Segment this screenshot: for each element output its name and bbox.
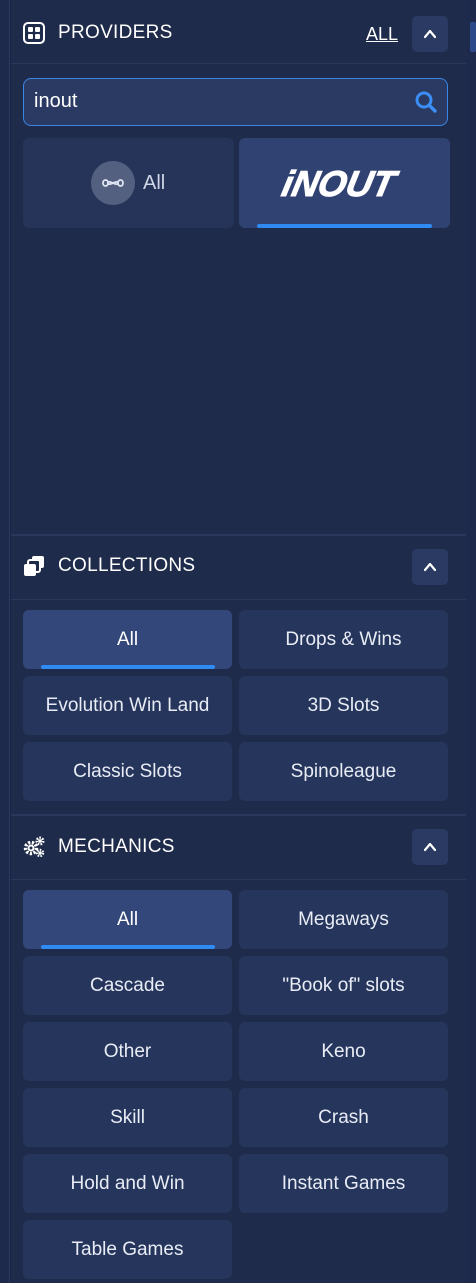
left-border — [0, 0, 10, 1283]
provider-card-inout[interactable]: iNOUT — [239, 138, 450, 228]
collection-chip-classic-slots[interactable]: Classic Slots — [23, 742, 232, 801]
mechanic-chip-cascade[interactable]: Cascade — [23, 956, 232, 1015]
mechanic-chip-skill[interactable]: Skill — [23, 1088, 232, 1147]
chip-label: Classic Slots — [73, 760, 182, 782]
search-icon[interactable] — [414, 90, 438, 114]
mechanic-chip-book-of-slots[interactable]: "Book of" slots — [239, 956, 448, 1015]
mechanic-chip-all[interactable]: All — [23, 890, 232, 949]
chip-label: Other — [103, 1040, 152, 1062]
provider-all-content: All — [91, 161, 165, 205]
infinity-icon — [91, 161, 135, 205]
chip-label: Cascade — [90, 974, 165, 996]
chip-label: Evolution Win Land — [45, 694, 210, 716]
svg-text:iNOUT: iNOUT — [279, 164, 402, 202]
providers-all-link[interactable]: ALL — [366, 23, 398, 45]
providers-title: PROVIDERS — [58, 22, 173, 43]
chip-label: Skill — [110, 1106, 145, 1128]
mechanic-chip-instant-games[interactable]: Instant Games — [239, 1154, 448, 1213]
collections-collapse-button[interactable] — [412, 549, 448, 585]
chip-label: Keno — [321, 1040, 366, 1062]
provider-all-label: All — [143, 171, 166, 194]
inout-logo: iNOUT — [278, 164, 402, 202]
mechanics-title: MECHANICS — [58, 836, 175, 857]
collection-chip-drops-wins[interactable]: Drops & Wins — [239, 610, 448, 669]
mechanic-chip-hold-and-win[interactable]: Hold and Win — [23, 1154, 232, 1213]
provider-card-all[interactable]: All — [23, 138, 234, 228]
chevron-up-icon — [423, 562, 437, 572]
collections-header: COLLECTIONS — [11, 536, 466, 600]
collection-chip-3d-slots[interactable]: 3D Slots — [239, 676, 448, 735]
chip-label: Spinoleague — [290, 760, 397, 782]
collection-chip-evolution-win-land[interactable]: Evolution Win Land — [23, 676, 232, 735]
chip-active-indicator — [41, 665, 215, 669]
chip-label: All — [116, 628, 139, 650]
mechanic-chip-table-games[interactable]: Table Games — [23, 1220, 232, 1279]
collections-title: COLLECTIONS — [58, 555, 196, 576]
chip-label: All — [116, 908, 139, 930]
chip-active-indicator — [41, 945, 215, 949]
mechanics-panel: MECHANICS All Megaways Cascade "Book of"… — [11, 816, 466, 1283]
mechanics-header: MECHANICS — [11, 816, 466, 880]
scrollbar-thumb[interactable] — [470, 22, 476, 52]
grid-icon — [23, 22, 45, 44]
chip-label: Drops & Wins — [285, 628, 402, 650]
chip-label: Instant Games — [281, 1172, 406, 1194]
collections-icon — [24, 556, 44, 576]
provider-selected-indicator — [257, 224, 432, 228]
providers-panel: PROVIDERS ALL All iNOUT — [11, 0, 466, 535]
providers-collapse-button[interactable] — [412, 16, 448, 52]
chip-label: Table Games — [71, 1238, 184, 1260]
provider-search — [23, 78, 448, 126]
scrollbar[interactable] — [466, 0, 476, 1283]
mechanic-chip-other[interactable]: Other — [23, 1022, 232, 1081]
collections-panel: COLLECTIONS All Drops & Wins Evolution W… — [11, 536, 466, 814]
chip-label: "Book of" slots — [282, 974, 405, 996]
chevron-up-icon — [423, 842, 437, 852]
chevron-up-icon — [423, 29, 437, 39]
provider-search-input[interactable] — [34, 79, 404, 124]
mechanic-chip-megaways[interactable]: Megaways — [239, 890, 448, 949]
chip-label: Hold and Win — [70, 1172, 185, 1194]
collection-chip-spinoleague[interactable]: Spinoleague — [239, 742, 448, 801]
chip-label: Crash — [318, 1106, 369, 1128]
providers-header: PROVIDERS ALL — [11, 0, 466, 64]
mechanic-chip-keno[interactable]: Keno — [239, 1022, 448, 1081]
chip-label: Megaways — [298, 908, 389, 930]
chip-label: 3D Slots — [307, 694, 380, 716]
collection-chip-all[interactable]: All — [23, 610, 232, 669]
mechanic-chip-crash[interactable]: Crash — [239, 1088, 448, 1147]
gears-icon — [23, 836, 45, 858]
mechanics-collapse-button[interactable] — [412, 829, 448, 865]
